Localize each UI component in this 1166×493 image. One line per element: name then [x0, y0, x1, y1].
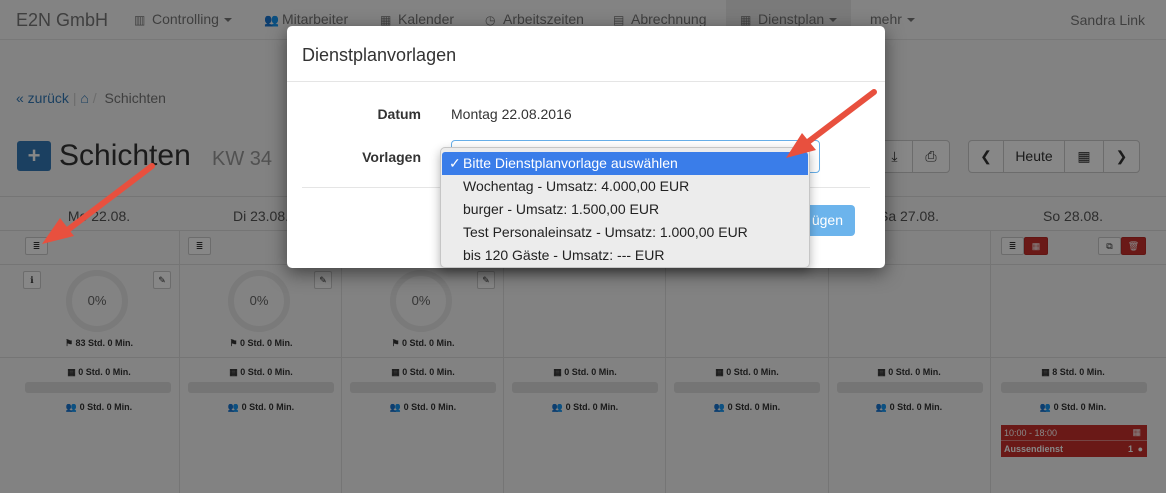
- annotation-arrows: [42, 89, 877, 244]
- annotation-arrow: [42, 163, 155, 244]
- annotation-arrow: [786, 89, 877, 158]
